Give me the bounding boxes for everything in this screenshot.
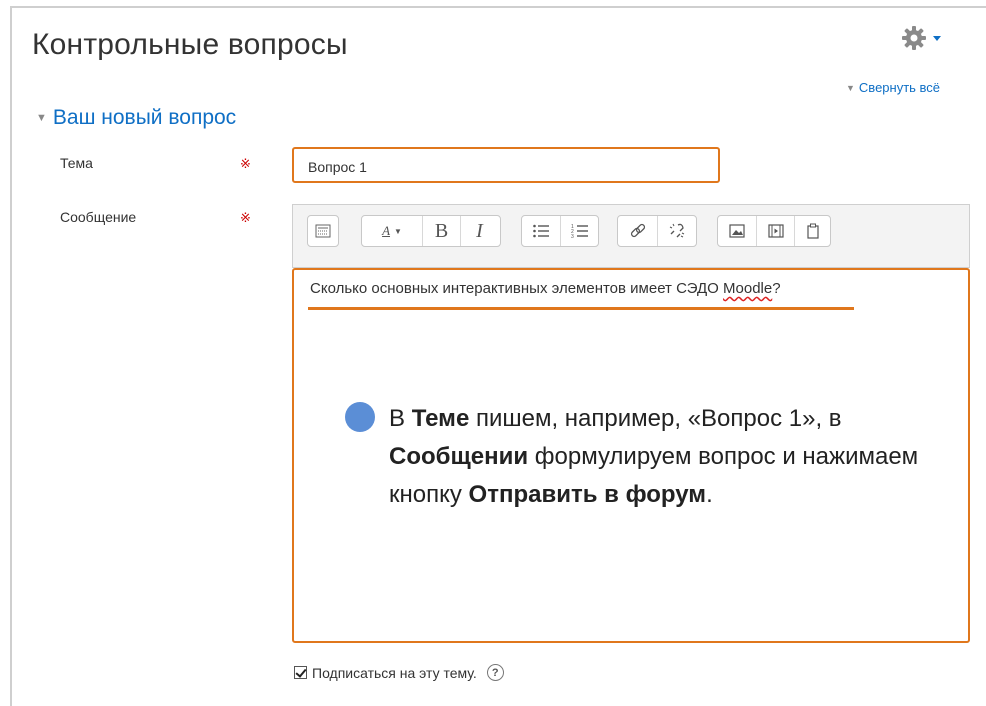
- manage-files-icon[interactable]: [794, 216, 830, 246]
- bold-glyph: B: [434, 219, 449, 242]
- toolbar-group-lists: 123: [521, 215, 599, 247]
- collapse-all-link[interactable]: ▼ Свернуть всё: [846, 80, 940, 95]
- subject-value: Вопрос 1: [308, 159, 367, 175]
- bullet-dot: [345, 402, 375, 432]
- toolbar-group-text: A ▼ B I: [361, 215, 501, 247]
- subscribe-label[interactable]: Подписаться на эту тему.: [312, 665, 477, 681]
- font-style-icon[interactable]: A ▼: [362, 216, 422, 246]
- section-title: Ваш новый вопрос: [52, 106, 237, 129]
- font-style-glyph: A: [382, 223, 391, 238]
- toolbar-toggle-icon[interactable]: [308, 216, 338, 246]
- triangle-down-icon: ▼: [846, 83, 855, 93]
- subject-input[interactable]: Вопрос 1: [292, 147, 720, 183]
- toolbar-group-media: [717, 215, 831, 247]
- subject-label: Тема: [60, 155, 93, 171]
- media-icon[interactable]: [756, 216, 794, 246]
- instruction-bold: Теме: [411, 405, 470, 432]
- highlight-underline: [308, 307, 854, 310]
- image-icon[interactable]: [718, 216, 756, 246]
- required-icon: ※: [240, 210, 251, 225]
- gear-icon[interactable]: [900, 24, 946, 52]
- link-icon[interactable]: [618, 216, 657, 246]
- bold-icon[interactable]: B: [422, 216, 460, 246]
- triangle-down-icon: ▼: [36, 112, 47, 124]
- toolbar-group-toggle: [307, 215, 339, 247]
- italic-icon[interactable]: I: [460, 216, 498, 246]
- editor-content: Сколько основных интерактивных элементов…: [310, 280, 781, 297]
- editor-text-misspelled: Moodle: [723, 280, 773, 297]
- collapse-all-label: Свернуть всё: [858, 80, 941, 95]
- help-icon[interactable]: ?: [486, 664, 504, 681]
- instruction-part: В: [389, 405, 412, 432]
- instruction-part: .: [706, 481, 713, 508]
- message-label: Сообщение: [60, 209, 137, 225]
- subscribe-checkbox[interactable]: [294, 666, 307, 679]
- editor-text-start: Сколько основных интерактивных элементов…: [310, 280, 724, 297]
- unordered-list-icon[interactable]: [522, 216, 560, 246]
- ordered-list-icon[interactable]: 123: [560, 216, 598, 246]
- subscribe-row: Подписаться на эту тему. ?: [294, 664, 504, 681]
- editor-text-end: ?: [772, 280, 781, 297]
- svg-text:3: 3: [571, 234, 574, 239]
- italic-glyph: I: [476, 219, 483, 242]
- instruction-part: пишем, например, «Вопрос 1», в: [469, 405, 842, 432]
- page-title: Контрольные вопросы: [32, 28, 348, 61]
- required-icon: ※: [240, 156, 251, 171]
- toolbar-group-links: [617, 215, 697, 247]
- instruction-bold: Сообщении: [389, 443, 529, 470]
- unlink-icon[interactable]: [657, 216, 696, 246]
- section-header[interactable]: ▼ Ваш новый вопрос: [36, 106, 236, 130]
- instruction-text: В Теме пишем, например, «Вопрос 1», в Со…: [389, 400, 949, 514]
- editor-toolbar: A ▼ B I 123: [292, 204, 970, 268]
- instruction-bold: Отправить в форум: [468, 481, 707, 508]
